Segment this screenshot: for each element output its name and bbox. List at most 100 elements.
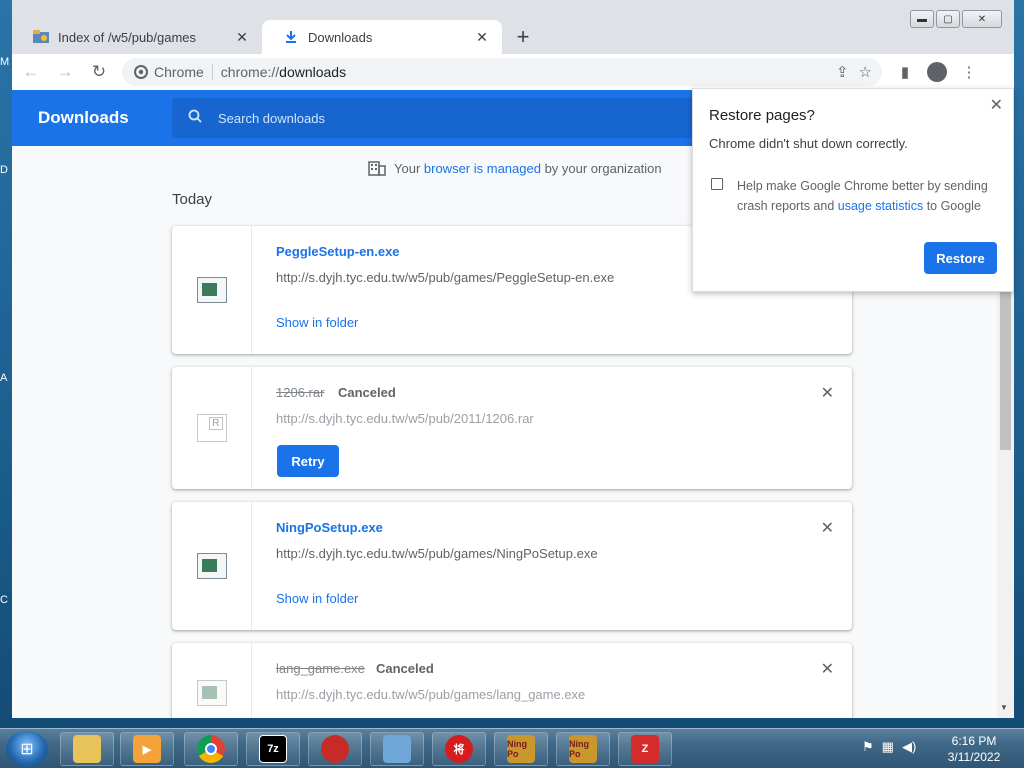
action-center-icon[interactable]: ⚑ (862, 739, 874, 755)
forward-button[interactable]: → (50, 57, 80, 87)
managed-text: by your organization (540, 160, 662, 176)
bubble-description: Chrome didn't shut down correctly. (709, 136, 908, 151)
ningpo-icon: Ning Po (507, 735, 535, 763)
managed-link[interactable]: browser is managed (424, 161, 541, 176)
uninstall-tool-icon: Z (631, 735, 659, 763)
tab-downloads[interactable]: Downloads ✕ (262, 20, 502, 54)
show-in-folder-link[interactable]: Show in folder (276, 315, 358, 330)
tab-title: Index of /w5/pub/games (58, 29, 197, 45)
remove-icon[interactable]: ✕ (821, 659, 834, 679)
avatar (927, 62, 947, 82)
taskbar-chinese-chess[interactable]: 将 (432, 732, 486, 766)
chrome-chip[interactable]: Chrome (134, 64, 213, 80)
file-url[interactable]: http://s.dyjh.tyc.edu.tw/w5/pub/games/la… (276, 687, 585, 702)
ningpo-icon: Ning Po (569, 735, 597, 763)
clock-date: 3/11/2022 (947, 750, 1001, 764)
side-panel-icon[interactable]: ▮ (892, 59, 918, 85)
managed-notice: Your browser is managed by your organiza… (368, 160, 662, 176)
remove-icon[interactable]: ✕ (821, 518, 834, 538)
download-icon (282, 28, 300, 46)
show-in-folder-link[interactable]: Show in folder (276, 591, 358, 606)
angry-bird-icon (321, 735, 349, 763)
section-heading: Today (172, 191, 213, 208)
file-url[interactable]: http://s.dyjh.tyc.edu.tw/w5/pub/games/Ni… (276, 546, 598, 561)
taskbar-media-player[interactable]: ▶ (120, 732, 174, 766)
restore-button[interactable]: Restore (924, 242, 997, 274)
share-icon[interactable]: ⇪ (836, 63, 849, 81)
exe-file-icon (196, 277, 227, 303)
url-host: downloads (279, 64, 347, 80)
folder-icon (32, 28, 50, 46)
scrollbar-thumb[interactable] (1000, 290, 1011, 450)
taskbar-uninstall-tool[interactable]: Z (618, 732, 672, 766)
exe-file-icon (196, 680, 227, 706)
new-tab-button[interactable]: + (510, 24, 536, 50)
taskbar-explorer[interactable] (60, 732, 114, 766)
tab-index-games[interactable]: Index of /w5/pub/games ✕ (12, 20, 262, 54)
status-text: Canceled (376, 661, 434, 676)
close-icon[interactable]: ✕ (990, 95, 1003, 115)
maximize-button[interactable]: ▢ (936, 10, 960, 28)
desktop-icon-label: D (0, 164, 8, 176)
profile-button[interactable] (924, 59, 950, 85)
url-text: chrome://downloads (221, 64, 346, 80)
chrome-icon (197, 735, 225, 763)
taskbar-angry-birds[interactable] (308, 732, 362, 766)
folder-icon (73, 735, 101, 763)
address-bar[interactable]: Chrome chrome://downloads ⇪ ☆ (122, 58, 882, 86)
taskbar: ⊞ ▶ 7z 将 Ning Po Ning Po Z ⚑ ▦ ◀) 6:16 P… (0, 728, 1024, 768)
checkbox-label: Help make Google Chrome better by sendin… (737, 176, 999, 216)
checkbox-label-text: to Google (923, 199, 981, 213)
media-player-icon: ▶ (133, 735, 161, 763)
file-name-link[interactable]: NingPoSetup.exe (276, 520, 383, 535)
chrome-chip-label: Chrome (154, 64, 204, 80)
taskbar-ningpo[interactable]: Ning Po (494, 732, 548, 766)
crash-report-checkbox[interactable] (711, 178, 723, 190)
tab-title: Downloads (308, 29, 373, 45)
tab-close-icon[interactable]: ✕ (472, 27, 492, 47)
bookmark-star-icon[interactable]: ☆ (859, 63, 872, 81)
page-title: Downloads (38, 108, 129, 127)
usage-statistics-link[interactable]: usage statistics (838, 199, 923, 213)
clock-time: 6:16 PM (951, 734, 997, 748)
chinese-chess-icon: 将 (445, 735, 473, 763)
tab-strip: Index of /w5/pub/games ✕ Downloads ✕ + ▬… (12, 0, 1014, 54)
chrome-window: Index of /w5/pub/games ✕ Downloads ✕ + ▬… (12, 0, 1014, 718)
back-button[interactable]: ← (16, 57, 46, 87)
desktop-icon-label: M (0, 56, 10, 68)
file-name: lang_game.exe (276, 661, 365, 676)
status-text: Canceled (338, 385, 396, 400)
url-scheme: chrome:// (220, 64, 280, 80)
file-url[interactable]: http://s.dyjh.tyc.edu.tw/w5/pub/games/Pe… (276, 270, 614, 285)
start-button[interactable]: ⊞ (6, 731, 48, 767)
window-controls: ▬ ▢ ✕ (910, 10, 1002, 28)
file-name-link[interactable]: PeggleSetup-en.exe (276, 244, 400, 259)
clock[interactable]: 6:16 PM 3/11/2022 (936, 733, 1012, 765)
rar-file-icon: R (196, 414, 227, 442)
retry-button[interactable]: Retry (277, 445, 339, 477)
minimize-button[interactable]: ▬ (910, 10, 934, 28)
7zip-icon: 7z (259, 735, 287, 763)
managed-text: Your (394, 160, 424, 176)
taskbar-ningpo-setup[interactable]: Ning Po (556, 732, 610, 766)
download-item: lang_game.exe Canceled http://s.dyjh.tyc… (172, 643, 852, 718)
restore-pages-bubble: Restore pages? ✕ Chrome didn't shut down… (692, 88, 1014, 292)
bubble-title: Restore pages? (709, 107, 815, 124)
scroll-down-arrow-icon[interactable]: ▼ (1000, 703, 1008, 712)
taskbar-control-panel[interactable] (370, 732, 424, 766)
volume-icon[interactable]: ◀) (902, 739, 916, 755)
building-icon (368, 161, 386, 176)
download-item: NingPoSetup.exe http://s.dyjh.tyc.edu.tw… (172, 502, 852, 630)
file-url[interactable]: http://s.dyjh.tyc.edu.tw/w5/pub/2011/120… (276, 411, 534, 426)
menu-kebab-icon[interactable]: ⋮ (956, 59, 982, 85)
search-placeholder: Search downloads (218, 110, 325, 126)
close-window-button[interactable]: ✕ (962, 10, 1002, 28)
tab-close-icon[interactable]: ✕ (232, 27, 252, 47)
remove-icon[interactable]: ✕ (821, 383, 834, 403)
taskbar-7zip[interactable]: 7z (246, 732, 300, 766)
download-item: R 1206.rar Canceled http://s.dyjh.tyc.ed… (172, 367, 852, 489)
system-tray: ⚑ ▦ ◀) (862, 739, 916, 755)
reload-button[interactable]: ↻ (84, 57, 114, 87)
network-icon[interactable]: ▦ (882, 739, 894, 755)
taskbar-chrome[interactable] (184, 732, 238, 766)
